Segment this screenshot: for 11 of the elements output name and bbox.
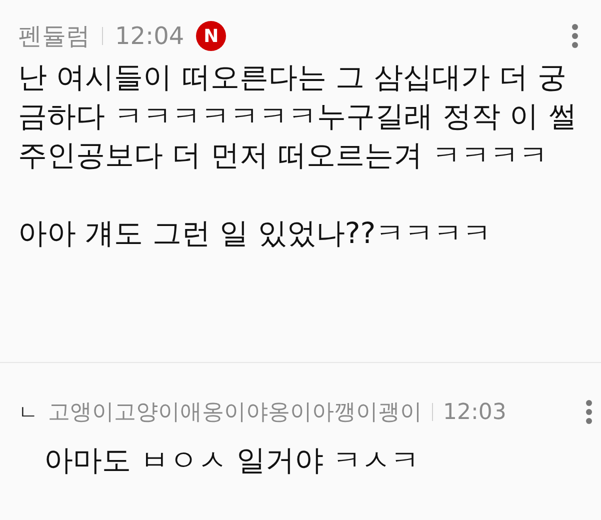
comment-text: 아아 걔도 그런 일 있었나??ㅋㅋㅋㅋ [18, 215, 493, 252]
more-icon[interactable] [585, 399, 593, 425]
new-badge: N [196, 21, 226, 51]
comment-text: 난 여시들이 떠오른다는 그 삼십대가 더 궁금하다 ㅋㅋㅋㅋㅋㅋㅋ누구길래 정작 이 썰 주인공보다 더 먼저 떠오르는겨 ㅋㅋㅋㅋ [18, 59, 578, 174]
reply-author[interactable]: 고앵이고양이애옹이야옹이아깽이괭이 [48, 397, 422, 427]
more-icon[interactable] [571, 23, 579, 49]
comment-time: 12:04 [115, 22, 184, 50]
reply-marker: ㄴ [18, 398, 38, 426]
comment-author[interactable]: 펜듈럼 [18, 20, 90, 52]
reply-time: 12:03 [443, 400, 506, 424]
reply-text: 아마도 ㅂㅇㅅ 일거야 ㅋㅅㅋ [44, 442, 421, 479]
